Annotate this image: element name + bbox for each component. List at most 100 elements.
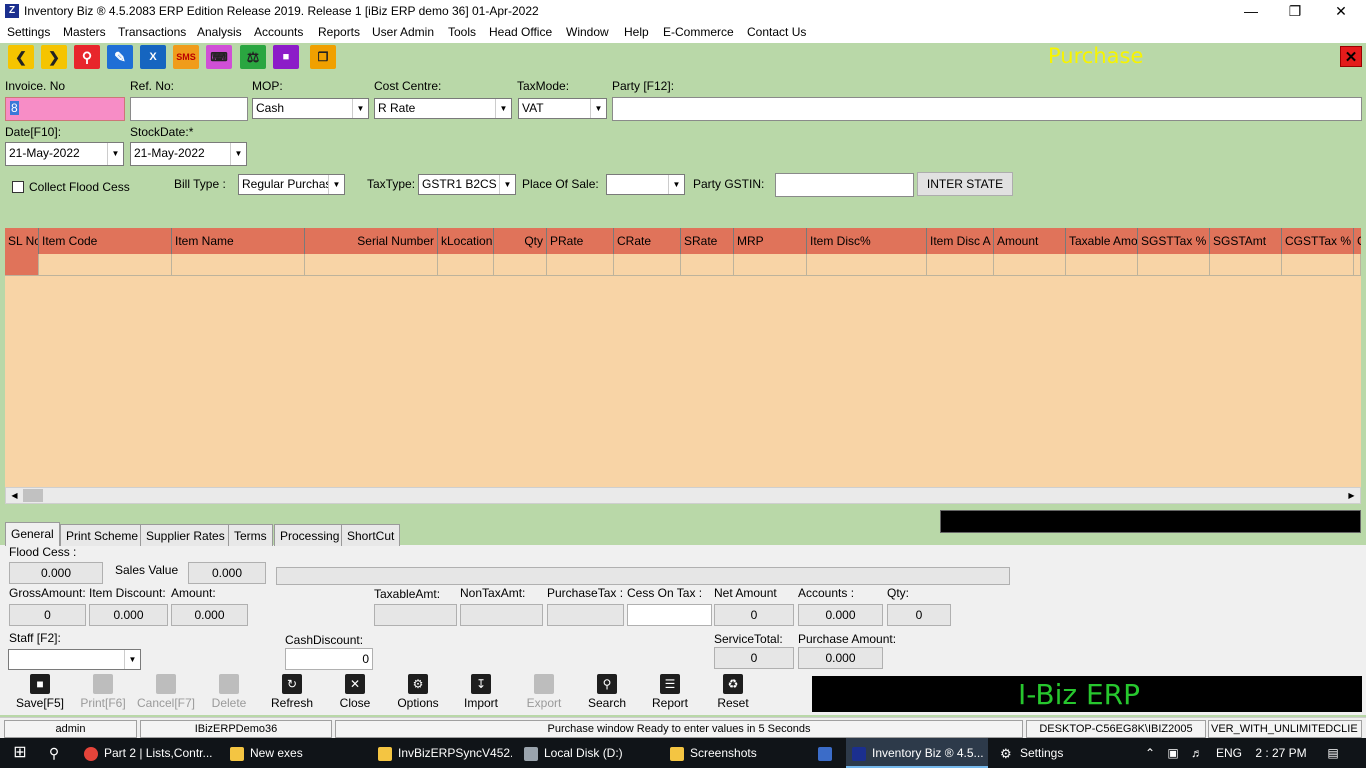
delete-button[interactable]: Delete — [198, 674, 260, 714]
menu-accounts[interactable]: Accounts — [254, 25, 303, 39]
stockdate-picker[interactable]: 21-May-2022 ▼ — [130, 142, 247, 166]
col-item-disc-amt[interactable]: Item Disc A — [927, 228, 994, 254]
col-sgst-amt[interactable]: SGSTAmt — [1210, 228, 1282, 254]
report-button[interactable]: ☰ Report — [639, 674, 701, 714]
table-cell[interactable] — [305, 254, 438, 276]
bill-type-select[interactable]: Regular Purchas ▼ — [238, 174, 345, 195]
col-sl-no[interactable]: SL No — [5, 228, 39, 254]
remarks-field[interactable] — [276, 567, 1010, 585]
ref-no-field[interactable] — [130, 97, 248, 121]
party-gstin-field[interactable] — [775, 173, 914, 197]
table-cell[interactable] — [172, 254, 305, 276]
cost-centre-select[interactable]: R Rate ▼ — [374, 98, 512, 119]
edit-icon[interactable]: ✎ — [107, 45, 133, 69]
tab-processing[interactable]: Processing — [274, 524, 346, 546]
tab-shortcut[interactable]: ShortCut — [341, 524, 401, 546]
close-window-button[interactable]: ✕ — [1318, 0, 1364, 23]
row-selector[interactable] — [5, 254, 39, 276]
scroll-right-icon[interactable]: ▶ — [1343, 488, 1360, 503]
menu-contact-us[interactable]: Contact Us — [747, 25, 806, 39]
mop-select[interactable]: Cash ▼ — [252, 98, 369, 119]
taskbar-item-chrome[interactable]: Part 2 | Lists,Contr... — [78, 738, 218, 768]
table-cell[interactable] — [39, 254, 172, 276]
print-button[interactable]: Print[F6] — [72, 674, 134, 714]
menu-user-admin[interactable]: User Admin — [372, 25, 434, 39]
taskbar-item-sync-folder[interactable]: InvBizERPSyncV452... — [372, 738, 512, 768]
col-serial-number[interactable]: Serial Number — [305, 228, 438, 254]
col-next[interactable]: C — [1354, 228, 1361, 254]
menu-e-commerce[interactable]: E-Commerce — [663, 25, 734, 39]
taskbar-item-inventory-biz[interactable]: Inventory Biz ® 4.5... — [846, 738, 988, 768]
search-icon[interactable]: ⚲ — [42, 738, 66, 768]
table-cell[interactable] — [681, 254, 734, 276]
cancel-button[interactable]: Cancel[F7] — [135, 674, 197, 714]
import-button[interactable]: ↧ Import — [450, 674, 512, 714]
notification-icon[interactable]: ▤ — [1318, 738, 1348, 768]
tab-supplier-rates[interactable]: Supplier Rates — [140, 524, 231, 546]
menu-settings[interactable]: Settings — [7, 25, 50, 39]
table-cell[interactable] — [994, 254, 1066, 276]
menu-window[interactable]: Window — [566, 25, 609, 39]
export-button[interactable]: Export — [513, 674, 575, 714]
inter-state-button[interactable]: INTER STATE — [917, 172, 1013, 196]
table-cell[interactable] — [807, 254, 927, 276]
auction-icon[interactable]: ⚖ — [240, 45, 266, 69]
taskbar-item-new-exes[interactable]: New exes — [224, 738, 364, 768]
table-cell[interactable] — [494, 254, 547, 276]
table-cell[interactable] — [438, 254, 494, 276]
table-row[interactable] — [5, 254, 1361, 276]
previous-icon[interactable]: ❮ — [8, 45, 34, 69]
copy-icon[interactable]: ❐ — [310, 45, 336, 69]
tab-print-scheme[interactable]: Print Scheme — [60, 524, 145, 546]
table-cell[interactable] — [1282, 254, 1354, 276]
date-picker[interactable]: 21-May-2022 ▼ — [5, 142, 124, 166]
invoice-no-field[interactable]: 8 — [5, 97, 125, 121]
search-icon[interactable]: ⚲ — [74, 45, 100, 69]
col-location[interactable]: kLocation — [438, 228, 494, 254]
volume-icon[interactable]: ♬ — [1186, 738, 1208, 768]
keyboard-icon[interactable]: ⌨ — [206, 45, 232, 69]
menu-masters[interactable]: Masters — [63, 25, 106, 39]
refresh-button[interactable]: ↻ Refresh — [261, 674, 323, 714]
menu-transactions[interactable]: Transactions — [118, 25, 186, 39]
tax-type-select[interactable]: GSTR1 B2CS ▼ — [418, 174, 516, 195]
menu-help[interactable]: Help — [624, 25, 649, 39]
menu-reports[interactable]: Reports — [318, 25, 360, 39]
party-field[interactable] — [612, 97, 1362, 121]
save-button[interactable]: ■ Save[F5] — [9, 674, 71, 714]
menu-tools[interactable]: Tools — [448, 25, 476, 39]
tab-terms[interactable]: Terms — [228, 524, 273, 546]
table-cell[interactable] — [547, 254, 614, 276]
search-button[interactable]: ⚲ Search — [576, 674, 638, 714]
cess-on-tax-field[interactable] — [627, 604, 712, 626]
next-icon[interactable]: ❯ — [41, 45, 67, 69]
staff-select[interactable]: ▼ — [8, 649, 141, 670]
taskbar-item-ibiz[interactable] — [810, 738, 840, 768]
minimize-button[interactable]: — — [1228, 0, 1274, 23]
close-button[interactable]: ✕ Close — [324, 674, 386, 714]
reset-button[interactable]: ♻ Reset — [702, 674, 764, 714]
taskbar-item-local-disk[interactable]: Local Disk (D:) — [518, 738, 658, 768]
col-cgst-tax-pct[interactable]: CGSTTax % — [1282, 228, 1354, 254]
options-button[interactable]: ⚙ Options — [387, 674, 449, 714]
col-amount[interactable]: Amount — [994, 228, 1066, 254]
lock-icon[interactable]: ■ — [273, 45, 299, 69]
table-cell[interactable] — [1210, 254, 1282, 276]
table-cell[interactable] — [927, 254, 994, 276]
sms-icon[interactable]: SMS — [173, 45, 199, 69]
col-prate[interactable]: PRate — [547, 228, 614, 254]
network-icon[interactable]: ▣ — [1162, 738, 1184, 768]
taxmode-select[interactable]: VAT ▼ — [518, 98, 607, 119]
taskbar-item-screenshots[interactable]: Screenshots — [664, 738, 804, 768]
col-item-disc-pct[interactable]: Item Disc% — [807, 228, 927, 254]
windows-start-icon[interactable]: ⊞ — [8, 738, 32, 768]
close-form-icon[interactable]: ✕ — [1340, 46, 1362, 67]
excel-icon[interactable]: X — [140, 45, 166, 69]
table-cell[interactable] — [1138, 254, 1210, 276]
col-mrp[interactable]: MRP — [734, 228, 807, 254]
table-cell[interactable] — [1354, 254, 1361, 276]
horizontal-scrollbar[interactable]: ◀ ▶ — [5, 487, 1361, 504]
menu-analysis[interactable]: Analysis — [197, 25, 242, 39]
scroll-left-icon[interactable]: ◀ — [6, 488, 23, 503]
col-qty[interactable]: Qty — [494, 228, 547, 254]
